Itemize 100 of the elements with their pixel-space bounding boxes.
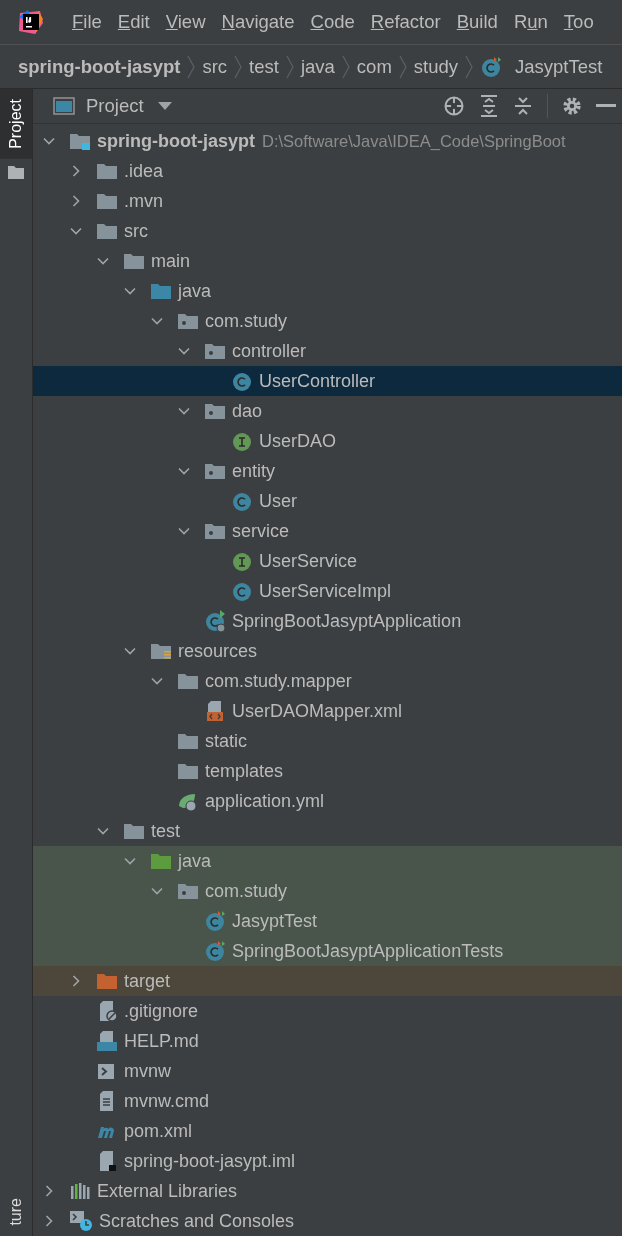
tree-item[interactable]: templates [205,760,284,782]
menu-item[interactable]: View [157,11,214,33]
menu-item[interactable]: Run [505,11,556,33]
tree-item[interactable]: spring-boot-jasypt [97,130,255,152]
tree-item[interactable]: application.yml [205,790,325,812]
tree-item[interactable]: com.study.mapper [205,670,352,692]
folder-icon [150,281,172,301]
expand-chevron-icon[interactable] [97,255,109,267]
tree-item[interactable]: Scratches and Consoles [99,1210,295,1232]
expand-chevron-icon[interactable] [151,315,163,327]
menu-item[interactable]: Code [302,11,363,33]
minimize-icon[interactable] [596,104,616,108]
tree-item[interactable]: HELP.md [124,1030,199,1052]
tree-item[interactable]: User [259,490,297,512]
interface-icon [231,550,253,572]
menu-item[interactable]: File [64,11,110,33]
collapse-chevron-icon[interactable] [70,195,82,207]
tree-item[interactable]: UserService [259,550,358,572]
tree-item[interactable]: pom.xml [124,1120,192,1142]
expand-all-icon[interactable] [479,95,499,117]
expand-chevron-icon[interactable] [178,525,190,537]
tree-item[interactable]: mvnw.cmd [124,1090,210,1112]
folder-icon [123,251,145,271]
menu-item[interactable]: Navigate [213,11,303,33]
package-icon [204,521,226,541]
tree-item[interactable]: src [124,220,148,242]
collapse-chevron-icon[interactable] [70,975,82,987]
tree-item[interactable]: static [205,730,247,752]
tree-item[interactable]: .gitignore [124,1000,199,1022]
project-path: D:\Software\Java\IDEA_Code\SpringBoot [262,131,566,151]
tree-item[interactable]: main [151,250,190,272]
class-icon [204,910,226,932]
expand-chevron-icon[interactable] [43,135,55,147]
collapse-chevron-icon[interactable] [70,165,82,177]
tree-item[interactable]: java [178,280,212,302]
expand-chevron-icon[interactable] [178,465,190,477]
highlighted-row[interactable]: JasyptTest [33,906,622,936]
expand-chevron-icon[interactable] [178,405,190,417]
tree-item[interactable]: com.study [205,310,288,332]
highlighted-row[interactable]: SpringBootJasyptApplicationTests [33,936,622,966]
breadcrumb-item[interactable]: java [300,55,335,78]
tree-item[interactable]: resources [178,640,258,662]
folder-icon [8,164,24,179]
locate-icon[interactable] [443,95,465,117]
menu-item[interactable]: Edit [109,11,158,33]
breadcrumb-item[interactable]: spring-boot-jasypt [18,55,181,78]
collapse-chevron-icon[interactable] [43,1185,55,1197]
expand-chevron-icon[interactable] [178,345,190,357]
highlighted-row[interactable]: target [33,966,622,996]
tree-item[interactable]: dao [232,400,263,422]
view-selector[interactable]: Project [86,95,144,117]
tree-item[interactable]: java [178,850,212,872]
expand-chevron-icon[interactable] [151,675,163,687]
tree-item[interactable]: .mvn [124,190,163,212]
file-icon [96,1030,118,1052]
tree-item[interactable]: com.study [205,880,288,902]
interface-icon [231,430,253,452]
tree-item[interactable]: service [232,520,289,542]
class-icon [480,55,502,78]
tool-window-tab[interactable]: Project [0,89,32,159]
tree-item[interactable]: JasyptTest [232,910,318,932]
expand-chevron-icon[interactable] [124,645,136,657]
caret-icon[interactable] [157,102,172,110]
collapse-all-icon[interactable] [513,95,533,117]
tree-item[interactable]: .idea [124,160,164,182]
expand-chevron-icon[interactable] [151,885,163,897]
selected-row[interactable]: UserController [33,366,622,396]
tree-item[interactable]: SpringBootJasyptApplicationTests [232,940,504,962]
tree-item[interactable]: controller [232,340,307,362]
tree-item[interactable]: UserDAO [259,430,336,452]
expand-chevron-icon[interactable] [124,285,136,297]
tree-item[interactable]: target [124,970,171,992]
folder-icon [69,131,91,151]
breadcrumb-item[interactable]: com [356,55,392,78]
collapse-chevron-icon[interactable] [43,1215,55,1227]
folder-icon [123,821,145,841]
menu-item[interactable]: Refactor [362,11,449,33]
tree-item[interactable]: test [151,820,180,842]
breadcrumb-item[interactable]: study [413,55,458,78]
tree-item[interactable]: mvnw [124,1060,171,1082]
tree-item[interactable]: spring-boot-jasypt.iml [124,1150,296,1172]
tree-item[interactable]: UserDAOMapper.xml [232,700,403,722]
tree-item[interactable]: SpringBootJasyptApplication [232,610,462,632]
package-icon [177,311,199,331]
tree-item[interactable]: entity [232,460,276,482]
expand-chevron-icon[interactable] [124,855,136,867]
tree-item[interactable]: UserController [259,370,376,392]
menu-item[interactable]: Build [448,11,506,33]
breadcrumb-item[interactable]: src [202,55,228,78]
breadcrumb-item[interactable]: JasyptTest [515,55,603,78]
tool-window-tab[interactable]: ture [0,1188,32,1236]
expand-chevron-icon[interactable] [97,825,109,837]
highlighted-row[interactable]: java [33,846,622,876]
tree-item[interactable]: UserServiceImpl [259,580,392,602]
expand-chevron-icon[interactable] [70,225,82,237]
menu-item[interactable]: Too [555,11,602,33]
highlighted-row[interactable]: com.study [33,876,622,906]
settings-icon[interactable] [562,96,582,116]
breadcrumb-item[interactable]: test [249,55,279,78]
tree-item[interactable]: External Libraries [97,1180,238,1202]
